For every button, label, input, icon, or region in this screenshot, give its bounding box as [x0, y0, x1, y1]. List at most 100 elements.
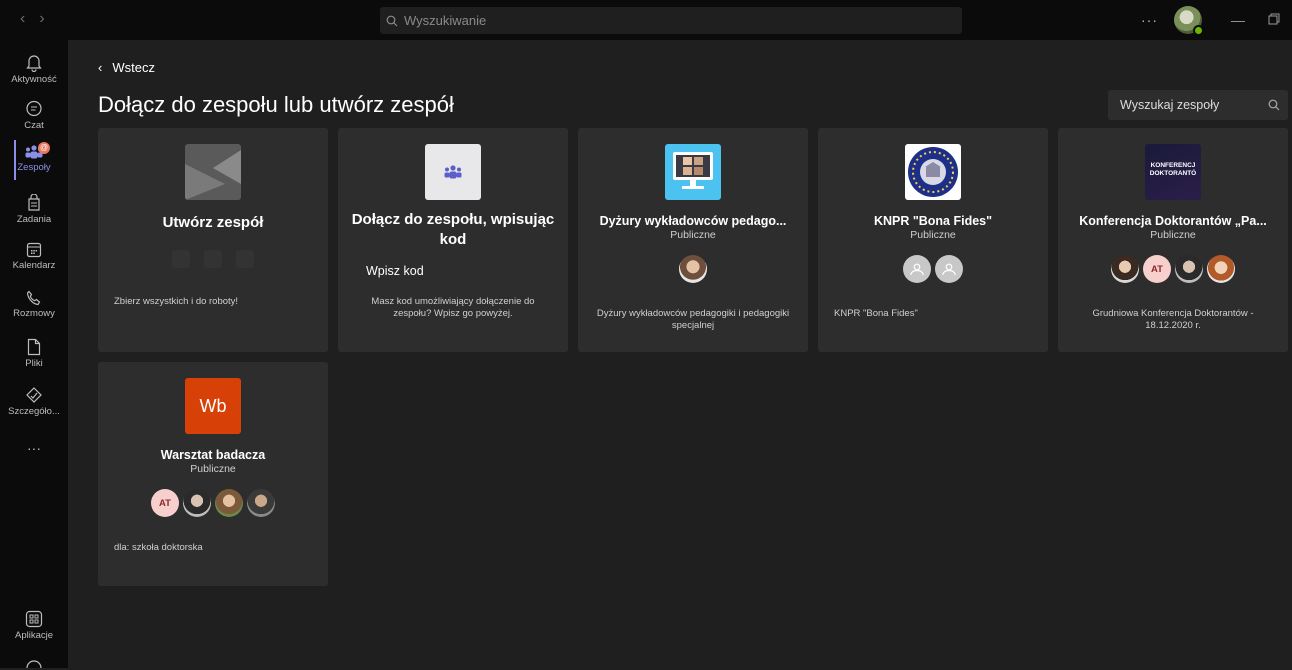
team-description: Grudniowa Konferencja Doktorantów - 18.1…	[1092, 308, 1254, 331]
chevron-left-icon: ‹	[98, 60, 103, 75]
assignments-icon	[28, 194, 40, 211]
member-avatar	[903, 255, 931, 283]
join-team-tile	[425, 144, 481, 200]
video-call-thumbnail	[665, 144, 721, 200]
rail-item-label: Aplikacje	[14, 630, 54, 641]
phone-icon	[26, 290, 41, 306]
team-search-placeholder: Wyszukaj zespoły	[1120, 98, 1220, 112]
member-avatars: AT	[98, 489, 328, 517]
back-arrow-icon[interactable]: ‹	[20, 10, 25, 28]
main-content: ‹ Wstecz Dołącz do zespołu lub utwórz ze…	[68, 40, 1292, 668]
member-avatar	[183, 489, 211, 517]
team-initials-tile: Wb	[185, 378, 241, 434]
app-rail: Aktywność Czat @ Zespoły Zadania Kalenda…	[0, 40, 68, 668]
member-avatar	[935, 255, 963, 283]
restore-window-button[interactable]	[1256, 12, 1292, 28]
status-available-icon	[1193, 25, 1204, 36]
more-options-button[interactable]: ···	[1141, 12, 1158, 28]
chat-icon	[26, 100, 42, 117]
rail-item-insights[interactable]: Szczegóło...	[0, 386, 68, 417]
user-avatar[interactable]	[1174, 6, 1204, 36]
rail-item-files[interactable]: Pliki	[0, 338, 68, 369]
rail-item-chat[interactable]: Czat	[0, 100, 68, 131]
person-placeholder-icon	[942, 263, 956, 275]
member-avatar	[215, 489, 243, 517]
global-search-placeholder: Wyszukiwanie	[404, 13, 487, 28]
team-card[interactable]: Wb Warsztat badacza Publiczne AT dla: sz…	[98, 362, 328, 586]
insights-icon	[26, 387, 42, 403]
team-name: Konferencja Doktorantów „Pa...	[1079, 214, 1267, 228]
card-title: Dołącz do zespołu, wpisując kod	[351, 211, 555, 248]
calendar-icon	[26, 242, 42, 258]
rail-item-activity[interactable]: Aktywność	[0, 54, 68, 85]
placeholder-people-icon	[172, 250, 254, 268]
team-card[interactable]: KONFERENCJ DOKTORANTÓ Konferencja Doktor…	[1058, 128, 1288, 352]
forward-arrow-icon[interactable]: ›	[39, 10, 44, 28]
rail-item-calls[interactable]: Rozmowy	[0, 290, 68, 319]
rail-item-label: Szczegóło...	[8, 406, 60, 417]
member-avatar	[247, 489, 275, 517]
team-visibility: Publiczne	[190, 463, 236, 475]
team-code-input[interactable]: Wpisz kod	[366, 264, 424, 278]
member-avatars	[818, 255, 1048, 283]
team-name: KNPR "Bona Fides"	[873, 214, 993, 228]
member-avatar	[1175, 255, 1203, 283]
join-with-code-card: Dołącz do zespołu, wpisując kod Wpisz ko…	[338, 128, 568, 352]
mention-badge: @	[38, 142, 50, 154]
rail-item-apps[interactable]: Aplikacje	[0, 610, 68, 641]
teams-icon	[444, 165, 462, 179]
rail-more-button[interactable]: ···	[0, 440, 68, 456]
rail-item-label: Rozmowy	[13, 308, 55, 319]
team-visibility: Publiczne	[670, 229, 716, 241]
apps-icon	[25, 610, 43, 628]
card-description: Masz kod umożliwiający dołączenie do zes…	[371, 296, 535, 319]
rail-item-assignments[interactable]: Zadania	[0, 194, 68, 225]
knpr-logo	[905, 144, 961, 200]
team-visibility: Publiczne	[1150, 229, 1196, 241]
title-bar: ‹ › Wyszukiwanie ··· —	[0, 0, 1292, 40]
person-placeholder-icon	[910, 263, 924, 275]
minimize-button[interactable]: —	[1220, 12, 1256, 28]
team-card[interactable]: KNPR "Bona Fides" Publiczne KNPR "Bona F…	[818, 128, 1048, 352]
rail-item-label: Zespoły	[17, 162, 51, 173]
team-visibility: Publiczne	[910, 229, 956, 241]
member-avatar	[1207, 255, 1235, 283]
member-avatar-initials: AT	[1143, 255, 1171, 283]
rail-item-teams[interactable]: @ Zespoły	[0, 140, 68, 180]
rail-item-label: Zadania	[16, 214, 52, 225]
conference-thumbnail: KONFERENCJ DOKTORANTÓ	[1145, 144, 1201, 200]
rail-item-calendar[interactable]: Kalendarz	[0, 242, 68, 271]
rail-item-label: Aktywność	[11, 74, 57, 85]
bell-icon	[26, 55, 42, 72]
page-title: Dołącz do zespołu lub utwórz zespół	[98, 92, 454, 117]
global-search-input[interactable]: Wyszukiwanie	[380, 7, 962, 34]
history-nav: ‹ ›	[20, 10, 45, 28]
member-avatar	[679, 255, 707, 283]
member-avatars: AT	[1058, 255, 1288, 283]
create-team-illustration	[185, 144, 241, 200]
back-link[interactable]: ‹ Wstecz	[98, 60, 155, 75]
member-avatar-initials: AT	[151, 489, 179, 517]
help-icon	[26, 660, 42, 668]
team-name: Warsztat badacza	[160, 448, 266, 462]
rail-item-label: Pliki	[25, 358, 43, 369]
team-description: Dyżury wykładowców pedagogiki i pedagogi…	[596, 308, 790, 331]
rail-item-help[interactable]	[0, 660, 68, 670]
member-avatar	[1111, 255, 1139, 283]
back-label: Wstecz	[112, 60, 155, 75]
member-avatars	[578, 255, 808, 283]
search-icon	[386, 15, 398, 26]
card-title: Utwórz zespół	[162, 214, 264, 231]
file-icon	[27, 338, 41, 356]
search-icon	[1268, 99, 1280, 111]
card-description: Zbierz wszystkich i do roboty!	[114, 296, 239, 307]
team-search-input[interactable]: Wyszukaj zespoły	[1108, 90, 1288, 120]
create-team-card[interactable]: Utwórz zespół Zbierz wszystkich i do rob…	[98, 128, 328, 352]
team-description: dla: szkoła doktorska	[114, 542, 203, 553]
team-description: KNPR "Bona Fides"	[834, 308, 918, 319]
team-name: Dyżury wykładowców pedago...	[599, 214, 787, 228]
team-card[interactable]: Dyżury wykładowców pedago... Publiczne D…	[578, 128, 808, 352]
rail-item-label: Czat	[24, 120, 44, 131]
more-icon: ···	[27, 440, 41, 456]
rail-item-label: Kalendarz	[12, 260, 56, 271]
